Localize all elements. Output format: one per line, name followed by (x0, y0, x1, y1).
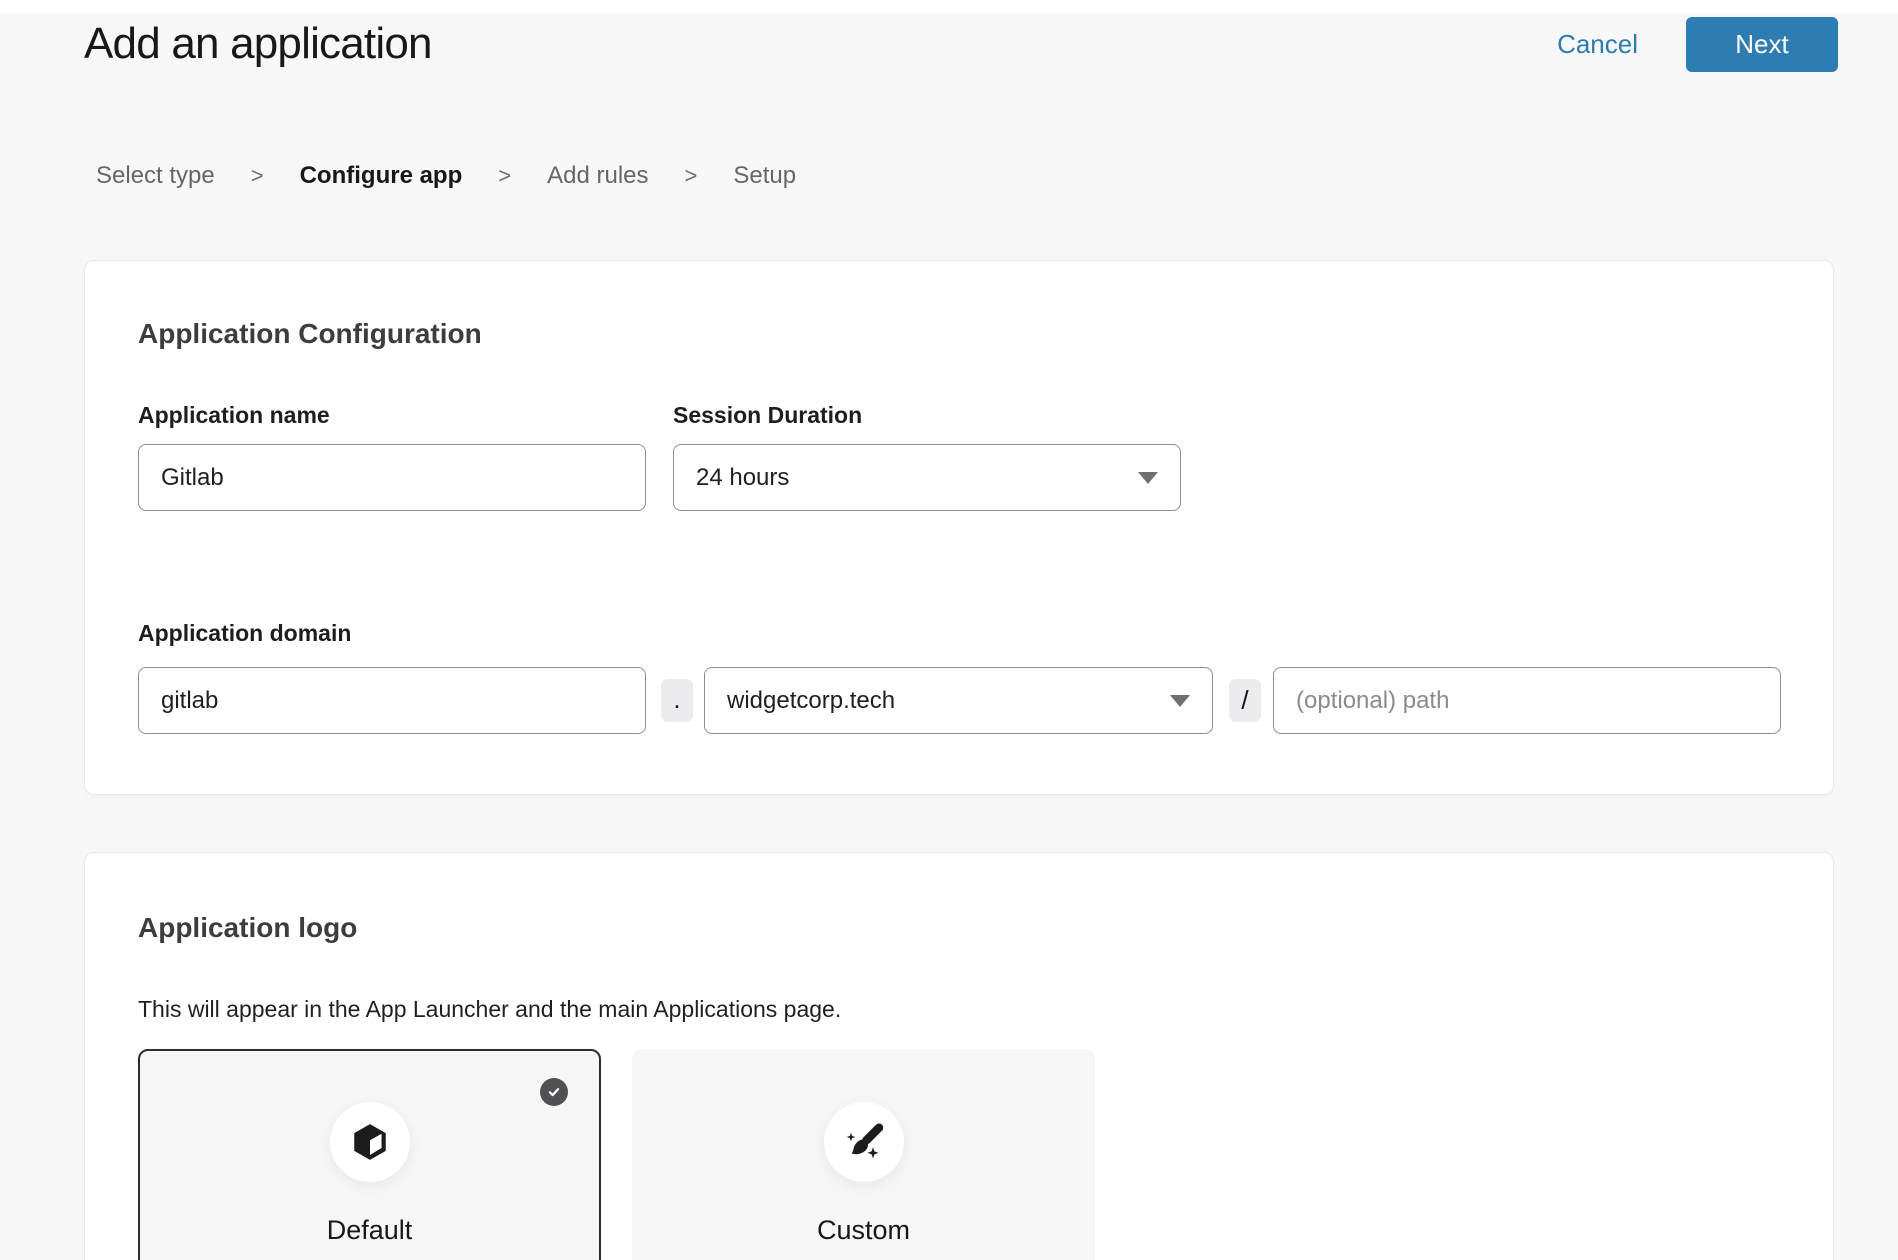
logo-heading: Application logo (138, 911, 1781, 945)
subdomain-input[interactable] (138, 667, 646, 734)
breadcrumb-separator: > (685, 163, 698, 189)
slash-separator: / (1229, 679, 1261, 722)
application-name-input[interactable] (138, 444, 646, 511)
chevron-down-icon (1170, 695, 1190, 707)
chevron-down-icon (1138, 472, 1158, 484)
path-input[interactable] (1273, 667, 1781, 734)
next-button[interactable]: Next (1686, 17, 1838, 72)
cube-icon (349, 1121, 391, 1163)
breadcrumb-item-add-rules[interactable]: Add rules (547, 162, 648, 190)
logo-description: This will appear in the App Launcher and… (138, 995, 1781, 1023)
top-strip (0, 0, 1898, 13)
logo-option-label: Custom (817, 1215, 910, 1246)
session-duration-value: 24 hours (696, 464, 789, 492)
logo-option-custom[interactable]: Custom (632, 1049, 1095, 1260)
logo-option-default[interactable]: Default (138, 1049, 601, 1260)
name-duration-row: Application name Session Duration 24 hou… (138, 401, 1781, 511)
dot-separator: . (661, 679, 693, 722)
application-logo-card: Application logo This will appear in the… (84, 852, 1834, 1260)
custom-logo-circle (824, 1102, 904, 1182)
session-duration-label: Session Duration (673, 401, 1181, 429)
domain-select-value: widgetcorp.tech (727, 687, 895, 715)
cancel-button[interactable]: Cancel (1557, 29, 1638, 60)
paintbrush-icon (842, 1120, 886, 1164)
breadcrumb-item-select-type[interactable]: Select type (96, 162, 215, 190)
breadcrumb-separator: > (251, 163, 264, 189)
application-name-label: Application name (138, 401, 646, 429)
default-logo-circle (330, 1102, 410, 1182)
application-name-field-group: Application name (138, 401, 646, 511)
breadcrumb-item-configure-app[interactable]: Configure app (300, 162, 463, 190)
page-header: Add an application Cancel Next (0, 14, 1898, 74)
breadcrumb-item-setup[interactable]: Setup (733, 162, 796, 190)
breadcrumb-separator: > (498, 163, 511, 189)
logo-options: Default Custom (138, 1049, 1781, 1260)
application-configuration-card: Application Configuration Application na… (84, 260, 1834, 795)
check-icon (545, 1083, 563, 1101)
configuration-heading: Application Configuration (138, 317, 1781, 351)
session-duration-select[interactable]: 24 hours (673, 444, 1181, 511)
application-domain-row: . widgetcorp.tech / (138, 667, 1781, 734)
breadcrumb: Select type > Configure app > Add rules … (96, 162, 1898, 190)
check-badge (540, 1078, 568, 1106)
session-duration-field-group: Session Duration 24 hours (673, 401, 1181, 511)
domain-select[interactable]: widgetcorp.tech (704, 667, 1213, 734)
logo-option-label: Default (327, 1215, 413, 1246)
page-title: Add an application (84, 19, 432, 69)
header-actions: Cancel Next (1557, 17, 1838, 72)
application-domain-label: Application domain (138, 619, 1781, 647)
